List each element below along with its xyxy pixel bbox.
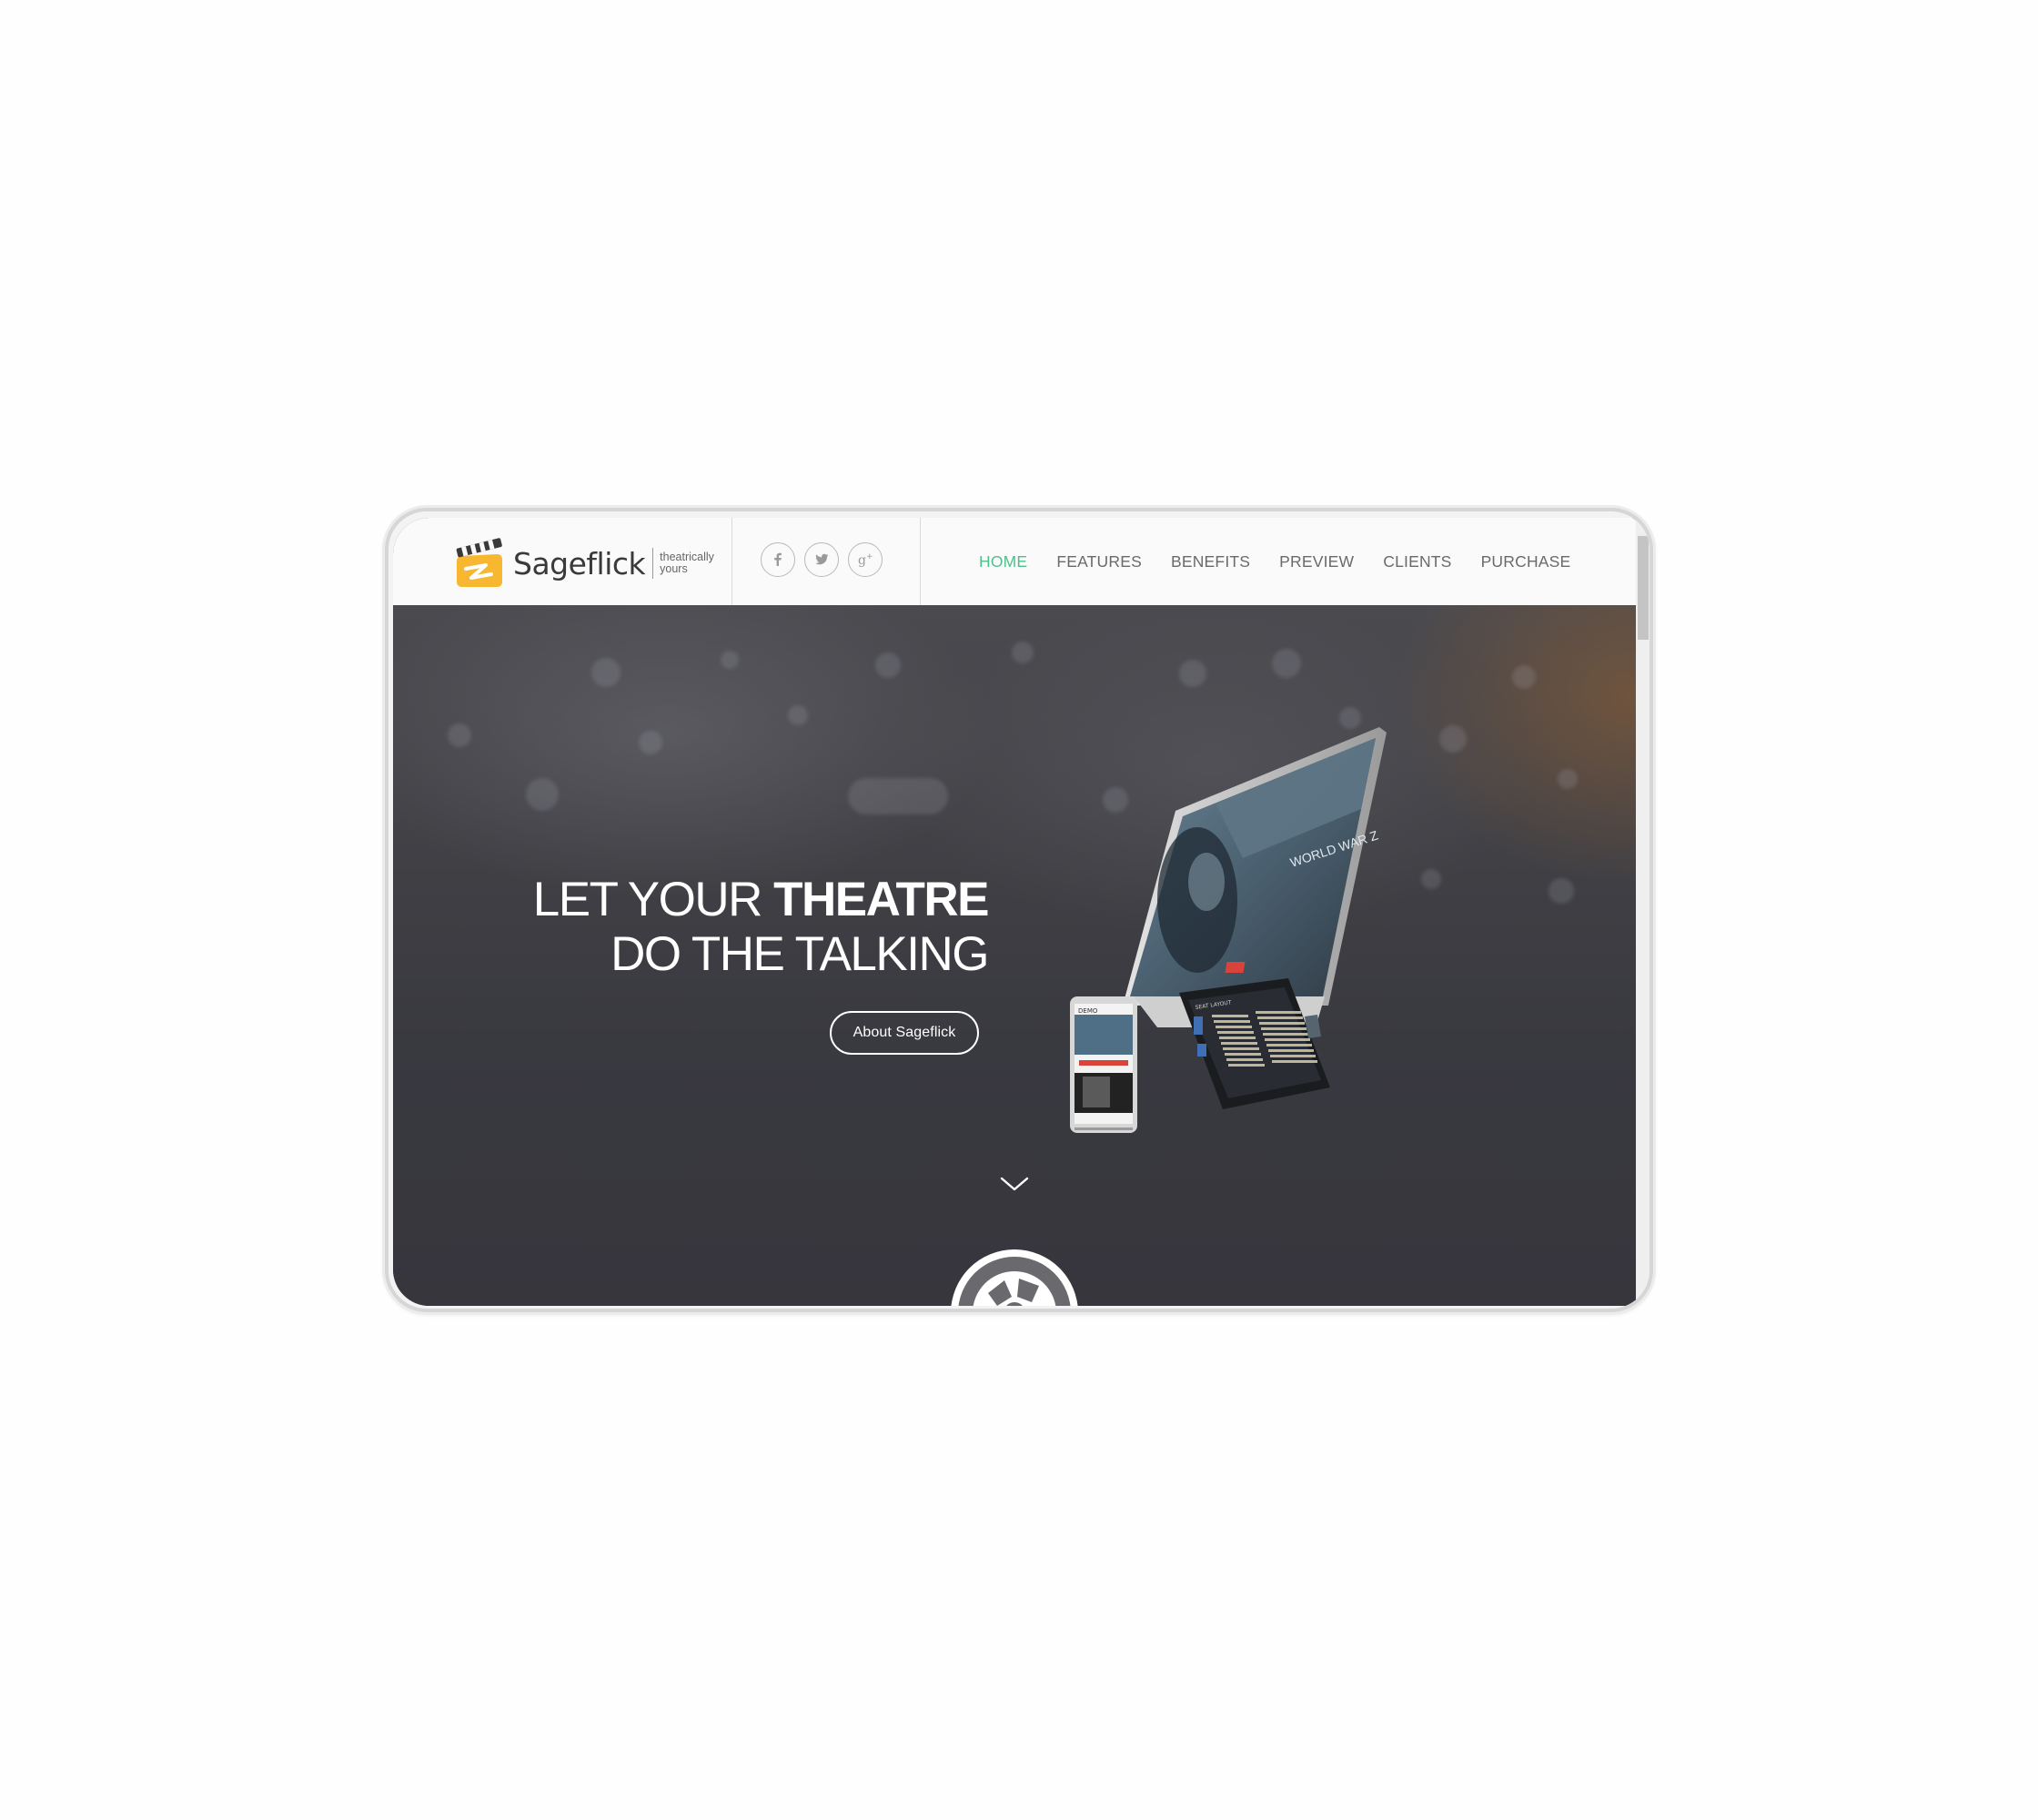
site-header: Sageflick theatrically yours g + HOME FE…: [393, 518, 1636, 606]
logo-divider: [652, 548, 654, 579]
bokeh-light: [788, 705, 808, 725]
facebook-icon: [774, 552, 782, 566]
headline-line-1: LET YOUR THEATRE: [532, 873, 990, 927]
about-sageflick-button[interactable]: About Sageflick: [830, 1011, 979, 1055]
bokeh-light: [639, 731, 662, 754]
clapperboard-logo-icon: [456, 538, 502, 587]
hero-section: LET YOUR THEATRE DO THE TALKING About Sa…: [393, 605, 1636, 1306]
device-mockup-image: WORLD WAR Z SEAT LAYOUT DEMO: [1070, 727, 1387, 1133]
reel-badge-icon: [951, 1249, 1078, 1306]
scrollbar-thumb[interactable]: [1638, 536, 1649, 640]
google-plus-button[interactable]: g +: [848, 542, 883, 577]
phone-device: DEMO: [1070, 996, 1137, 1133]
google-plus-icon: g +: [858, 552, 873, 568]
twitter-button[interactable]: [804, 542, 839, 577]
headline-line-2: DO THE TALKING: [610, 927, 989, 981]
bokeh-light: [1549, 878, 1574, 904]
bokeh-light: [1179, 660, 1206, 687]
bokeh-light: [591, 658, 620, 687]
device-frame: Sageflick theatrically yours g + HOME FE…: [385, 508, 1653, 1312]
tagline-line-1: theatrically: [660, 551, 714, 563]
mockup-mobile-caption: DEMO: [1078, 1007, 1098, 1015]
brand-name: Sageflick: [513, 545, 646, 581]
bokeh-light: [526, 778, 559, 811]
chevron-down-icon[interactable]: [999, 1175, 1030, 1193]
bokeh-light: [1012, 642, 1034, 663]
social-links: g +: [761, 542, 883, 577]
headline-bold-text: THEATRE: [773, 873, 989, 926]
hero-headline: LET YOUR THEATRE DO THE TALKING: [532, 873, 990, 982]
bokeh-light: [721, 651, 739, 669]
facebook-button[interactable]: [761, 542, 795, 577]
bokeh-light: [1558, 769, 1578, 789]
browser-viewport: Sageflick theatrically yours g + HOME FE…: [393, 518, 1636, 1306]
nav-home[interactable]: HOME: [979, 552, 1027, 571]
headline-normal-text: LET YOUR: [532, 873, 774, 926]
svg-text:g: g: [858, 553, 866, 568]
bokeh-light: [848, 778, 948, 814]
brand-tagline: theatrically yours: [660, 551, 714, 575]
nav-clients[interactable]: CLIENTS: [1383, 552, 1451, 571]
twitter-icon: [815, 553, 829, 565]
bokeh-light: [1339, 707, 1361, 729]
nav-purchase[interactable]: PURCHASE: [1481, 552, 1571, 571]
bokeh-light: [875, 652, 901, 678]
bokeh-light: [448, 723, 471, 747]
nav-features[interactable]: FEATURES: [1056, 552, 1142, 571]
header-divider: [731, 518, 732, 605]
nav-preview[interactable]: PREVIEW: [1279, 552, 1354, 571]
svg-text:+: +: [866, 552, 873, 561]
header-divider: [920, 518, 921, 605]
bokeh-light: [1512, 665, 1536, 689]
main-nav: HOME FEATURES BENEFITS PREVIEW CLIENTS P…: [979, 552, 1570, 571]
nav-benefits[interactable]: BENEFITS: [1171, 552, 1250, 571]
tagline-line-2: yours: [660, 562, 688, 575]
bokeh-light: [1272, 649, 1301, 678]
page-scrollbar[interactable]: [1636, 518, 1650, 1306]
logo[interactable]: Sageflick theatrically yours: [451, 538, 714, 589]
